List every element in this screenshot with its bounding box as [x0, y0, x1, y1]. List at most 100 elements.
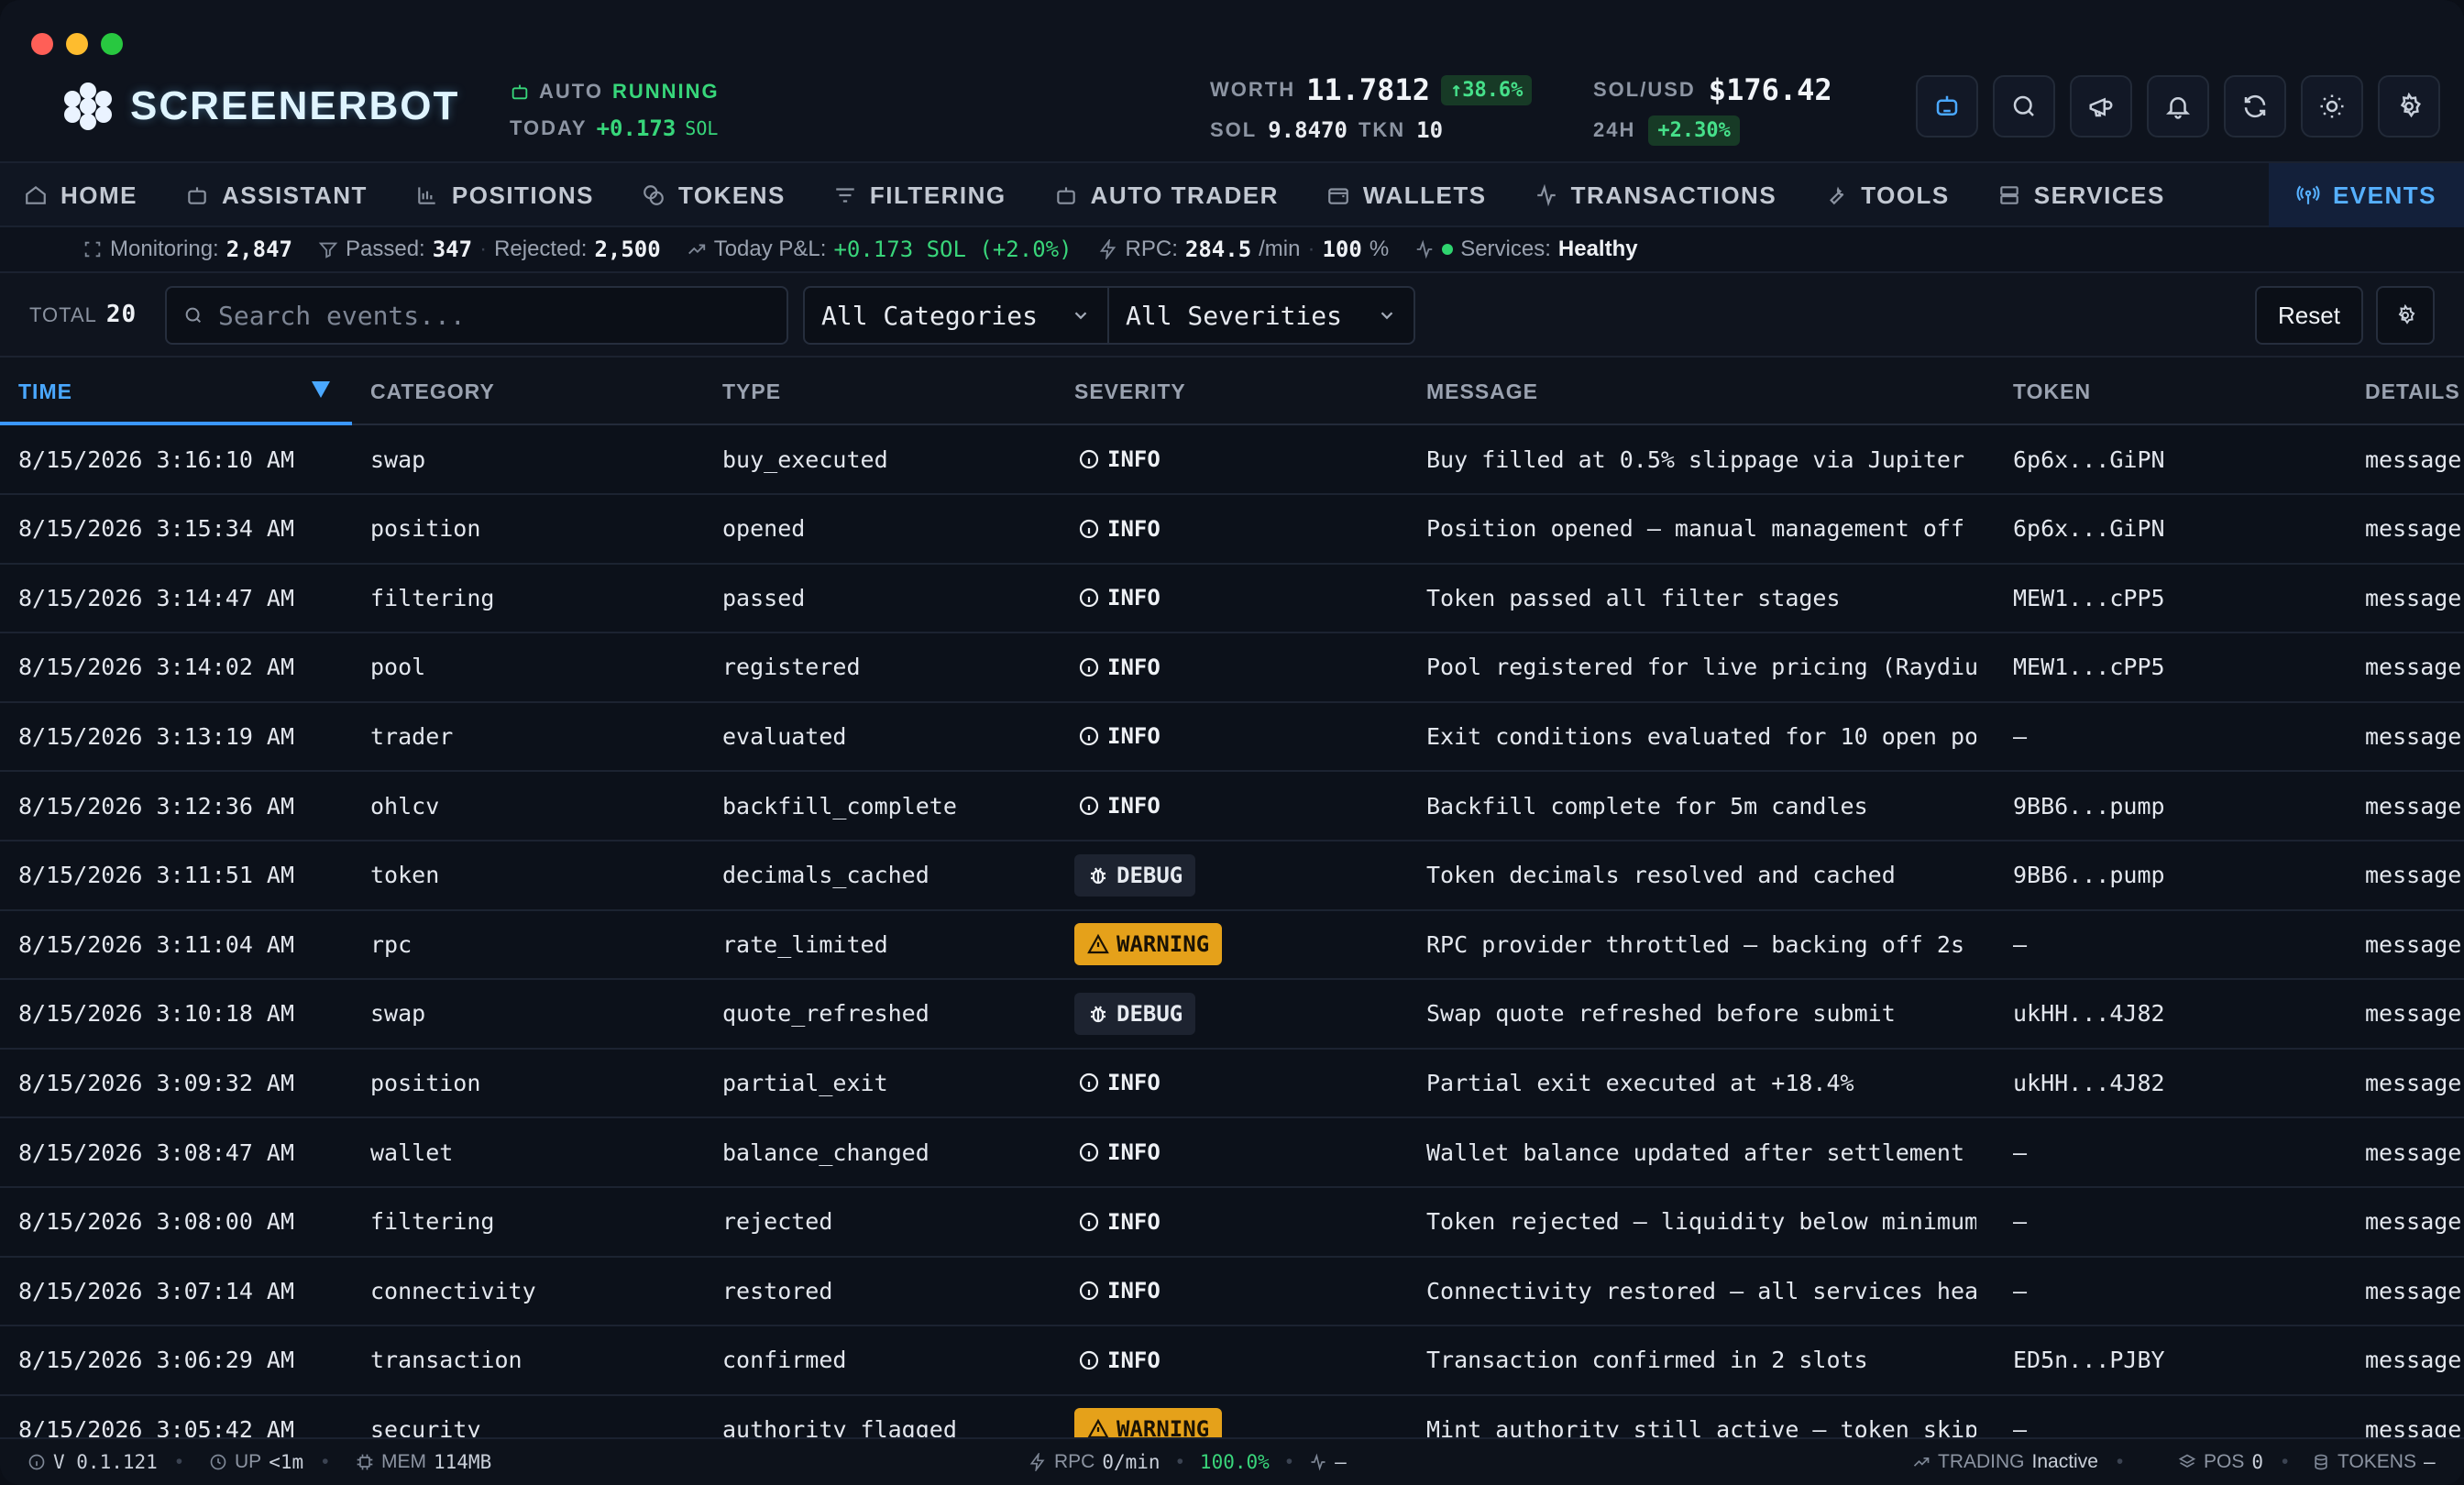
maximize-window-button[interactable] — [101, 33, 123, 55]
cell-details[interactable]: message — [2365, 633, 2464, 701]
cell-time: 8/15/2026 3:11:51 AM — [18, 862, 295, 889]
table-row[interactable]: 8/15/2026 3:07:14 AM connectivity restored… — [0, 1257, 2464, 1327]
table-row[interactable]: 8/15/2026 3:14:02 AM pool registered INFO Po… — [0, 633, 2464, 703]
cell-details[interactable]: message — [2365, 702, 2464, 770]
app-logo[interactable]: SCREENERBOT — [64, 82, 459, 130]
close-window-button[interactable] — [31, 33, 53, 55]
table-row[interactable]: 8/15/2026 3:08:00 AM filtering rejected INF… — [0, 1188, 2464, 1258]
cell-time: 8/15/2026 3:16:10 AM — [18, 446, 295, 473]
column-header-severity[interactable]: SEVERITY — [1074, 358, 1186, 425]
column-header-time[interactable]: TIME — [18, 358, 72, 425]
bot-icon — [1936, 95, 1958, 116]
cell-time: 8/15/2026 3:05:42 AM — [18, 1415, 295, 1437]
severity-label: WARNING — [1116, 931, 1210, 958]
cell-details[interactable]: message — [2365, 495, 2464, 563]
pos-label: POS — [2204, 1451, 2245, 1472]
stat-value: 347 — [432, 236, 473, 262]
refresh-icon — [2244, 94, 2266, 118]
tab-services[interactable]: SERVICES — [1974, 163, 2189, 227]
theme-toggle-button[interactable] — [2301, 75, 2363, 138]
assistant-button[interactable] — [1916, 75, 1978, 138]
announcements-button[interactable] — [2070, 75, 2132, 138]
mem-label: MEM — [381, 1451, 426, 1472]
tab-tools[interactable]: TOOLS — [1800, 163, 1974, 227]
table-row[interactable]: 8/15/2026 3:10:18 AM swap quote_refreshed D… — [0, 980, 2464, 1050]
table-row[interactable]: 8/15/2026 3:14:47 AM filtering passed INFO T… — [0, 564, 2464, 634]
events-table: 8/15/2026 3:16:10 AM swap buy_executed INFO… — [0, 425, 2464, 1437]
cell-token: — — [2013, 1208, 2028, 1236]
table-row[interactable]: 8/15/2026 3:13:19 AM trader evaluated INFO E… — [0, 702, 2464, 773]
stat-rpc: RPC: 284.5 /min · 100 % — [1098, 236, 1389, 262]
tab-wallets[interactable]: WALLETS — [1303, 163, 1511, 227]
cell-details[interactable]: message — [2365, 1118, 2464, 1186]
tab-transactions[interactable]: TRANSACTIONS — [1511, 163, 1801, 227]
stat-value: +0.173 SOL (+2.0%) — [833, 236, 1072, 262]
layers-icon — [2178, 1454, 2196, 1468]
cell-category: trader — [370, 722, 454, 750]
cell-details[interactable]: message — [2365, 772, 2464, 840]
cell-details[interactable]: message — [2365, 425, 2464, 493]
worth-change-badge: ↑38.6% — [1440, 74, 1533, 105]
minimize-window-button[interactable] — [66, 33, 88, 55]
search-icon — [185, 307, 202, 324]
cell-details[interactable]: message — [2365, 1395, 2464, 1437]
separator: • — [2282, 1451, 2289, 1472]
tab-assistant[interactable]: ASSISTANT — [161, 163, 391, 227]
column-header-token[interactable]: TOKEN — [2013, 358, 2091, 425]
stat-value: Healthy — [1557, 236, 1638, 261]
column-header-details[interactable]: DETAILS — [2365, 358, 2460, 425]
table-row[interactable]: 8/15/2026 3:11:51 AM token decimals_cached… — [0, 842, 2464, 911]
column-header-type[interactable]: TYPE — [722, 358, 781, 425]
table-row[interactable]: 8/15/2026 3:12:36 AM ohlcv backfill_comple… — [0, 772, 2464, 842]
category-select[interactable]: All Categories — [803, 286, 1109, 345]
table-row[interactable]: 8/15/2026 3:08:47 AM wallet balance_change… — [0, 1118, 2464, 1188]
tab-events[interactable]: EVENTS — [2268, 163, 2464, 227]
cell-message: Partial exit executed at +18.4% — [1426, 1069, 1854, 1096]
severity-label: INFO — [1107, 723, 1160, 750]
cell-details[interactable]: message — [2365, 1257, 2464, 1325]
cell-time: 8/15/2026 3:06:29 AM — [18, 1347, 295, 1374]
severity-select[interactable]: All Severities — [1107, 286, 1415, 345]
table-row[interactable]: 8/15/2026 3:16:10 AM swap buy_executed INFO… — [0, 425, 2464, 495]
search-button[interactable] — [1993, 75, 2055, 138]
cell-details[interactable]: message — [2365, 842, 2464, 909]
total-count: TOTAL 20 — [29, 301, 137, 328]
cell-details[interactable]: message — [2365, 1326, 2464, 1394]
table-settings-button[interactable] — [2376, 286, 2435, 345]
severity-label: INFO — [1107, 1347, 1160, 1373]
cell-details[interactable]: message — [2365, 980, 2464, 1048]
table-row[interactable]: 8/15/2026 3:11:04 AM rpc rate_limited WARNI… — [0, 910, 2464, 981]
rpc-value: 0/min — [1102, 1451, 1160, 1473]
tab-positions[interactable]: POSITIONS — [391, 163, 618, 227]
cell-details[interactable]: message — [2365, 1049, 2464, 1116]
cell-token: ED5n...PJBY — [2013, 1347, 2165, 1374]
cell-details[interactable]: message — [2365, 564, 2464, 632]
cell-details[interactable]: message — [2365, 1188, 2464, 1256]
stat-value: 284.5 — [1184, 236, 1252, 262]
column-header-message[interactable]: MESSAGE — [1426, 358, 1538, 425]
tab-home[interactable]: HOME — [0, 163, 161, 227]
cell-severity: INFO — [1074, 1049, 1414, 1116]
column-header-category[interactable]: CATEGORY — [370, 358, 495, 425]
notifications-button[interactable] — [2147, 75, 2209, 138]
search-box — [165, 286, 788, 345]
search-input[interactable] — [218, 300, 768, 331]
tab-auto-trader[interactable]: AUTO TRADER — [1030, 163, 1303, 227]
total-value: 20 — [105, 301, 138, 328]
table-row[interactable]: 8/15/2026 3:15:34 AM position opened INFO Po… — [0, 495, 2464, 565]
reset-button[interactable]: Reset — [2255, 286, 2363, 345]
tab-filtering[interactable]: FILTERING — [809, 163, 1030, 227]
refresh-button[interactable] — [2224, 75, 2286, 138]
sort-descending-icon[interactable] — [312, 381, 330, 398]
worth-label: WORTH — [1210, 78, 1296, 101]
table-row[interactable]: 8/15/2026 3:05:42 AM security authority_fl… — [0, 1395, 2464, 1437]
cell-message: Buy filled at 0.5% slippage via Jupiter — [1426, 446, 1964, 473]
table-row[interactable]: 8/15/2026 3:09:32 AM position partial_exit… — [0, 1049, 2464, 1119]
severity-label: INFO — [1107, 515, 1160, 542]
tab-tokens[interactable]: TOKENS — [618, 163, 809, 227]
cell-details[interactable]: message — [2365, 910, 2464, 978]
cell-time: 8/15/2026 3:14:02 AM — [18, 654, 295, 681]
table-row[interactable]: 8/15/2026 3:06:29 AM transaction confirmed… — [0, 1326, 2464, 1396]
info-icon — [1079, 519, 1099, 538]
settings-button[interactable] — [2378, 75, 2440, 138]
